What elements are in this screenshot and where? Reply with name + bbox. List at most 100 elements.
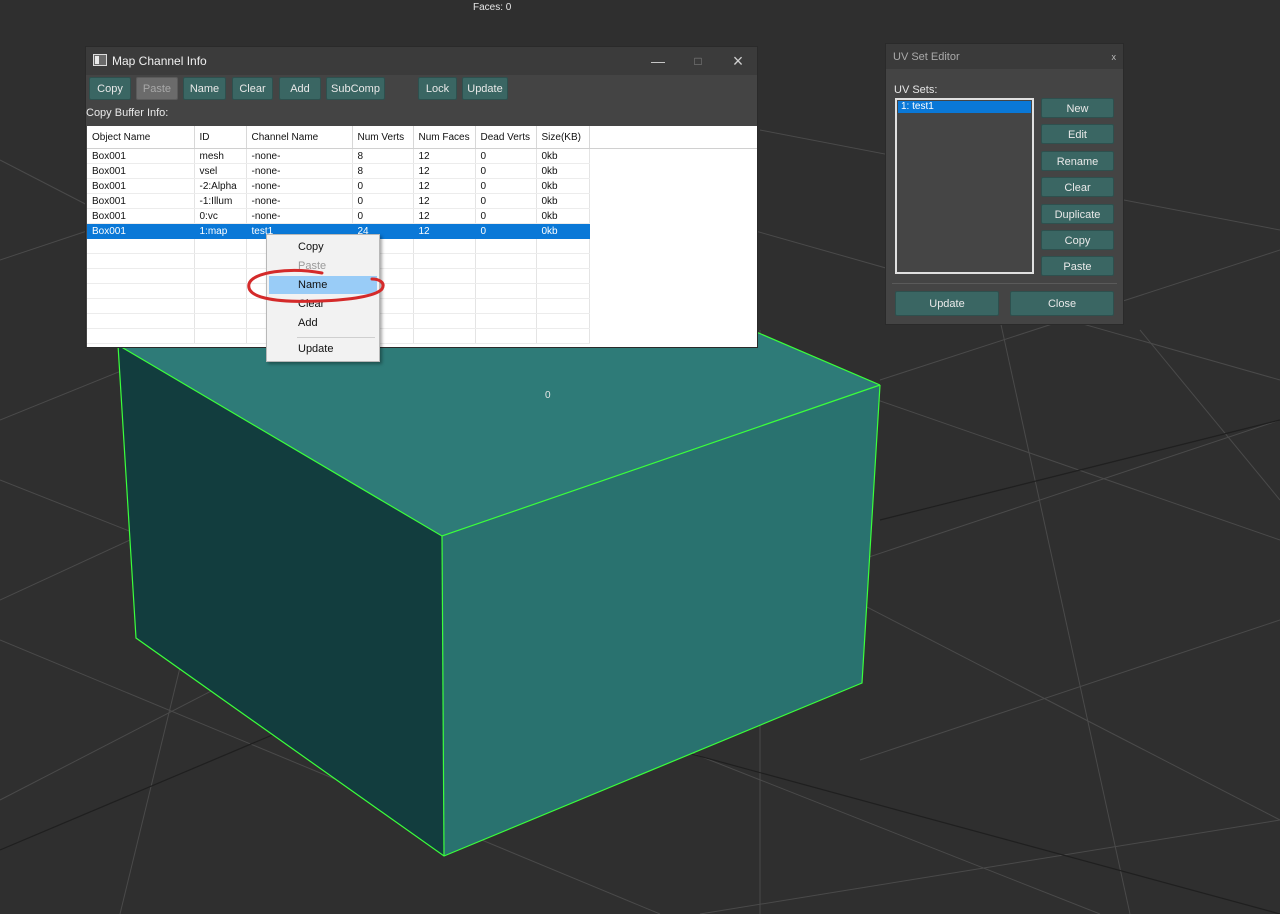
column-header-filler [589,126,757,149]
cell-object-name: Box001 [87,208,195,224]
cell-channel-name: -none- [246,178,353,194]
context-menu-separator [297,337,375,338]
cell-size: 0kb [536,163,590,179]
table-row-empty [87,238,757,254]
cell-num-verts: 0 [352,208,414,224]
cell-num-faces: 12 [413,163,476,179]
cell-dead-verts: 0 [475,163,537,179]
table-row[interactable]: Box001 -2:Alpha -none- 0 12 0 0kb [87,178,757,194]
cell-dead-verts: 0 [475,178,537,194]
column-header[interactable]: Dead Verts [475,126,537,149]
table-row[interactable]: Box001 mesh -none- 8 12 0 0kb [87,148,757,164]
cell-dead-verts: 0 [475,148,537,164]
clear-uv-button[interactable]: Clear [1041,177,1114,197]
cell-size: 0kb [536,148,590,164]
cell-filler [589,149,757,164]
context-menu-add[interactable]: Add [269,314,377,332]
cell-num-faces: 12 [413,148,476,164]
uv-sets-label: UV Sets: [894,84,938,96]
cell-object-name: Box001 [87,148,195,164]
column-header[interactable]: Channel Name [246,126,353,149]
paste-button[interactable]: Paste [136,77,178,100]
uv-divider [892,283,1117,284]
uv-set-editor-window: UV Set Editor x UV Sets: 1: test1 New Ed… [885,43,1124,325]
window-title: Map Channel Info [112,54,207,68]
context-menu-update[interactable]: Update [269,340,377,358]
uv-set-editor-title: UV Set Editor [893,51,960,63]
context-menu-paste[interactable]: Paste [269,257,377,275]
cell-object-name: Box001 [87,223,195,239]
box-mesh[interactable] [117,324,881,857]
name-button[interactable]: Name [183,77,226,100]
table-row-empty [87,268,757,284]
map-channel-info-titlebar[interactable]: Map Channel Info — □ × [86,47,757,75]
subcomp-button[interactable]: SubComp [326,77,385,100]
context-menu-name[interactable]: Name [269,276,377,294]
cell-size: 0kb [536,223,590,239]
new-button[interactable]: New [1041,98,1114,118]
duplicate-button[interactable]: Duplicate [1041,204,1114,224]
cell-dead-verts: 0 [475,208,537,224]
cell-id: -1:Illum [194,193,247,209]
cell-num-verts: 8 [352,163,414,179]
window-app-icon [93,54,107,66]
cell-id: -2:Alpha [194,178,247,194]
cell-dead-verts: 0 [475,193,537,209]
cell-size: 0kb [536,178,590,194]
context-menu-clear[interactable]: Clear [269,295,377,313]
maximize-button[interactable]: □ [683,51,713,71]
lock-button[interactable]: Lock [418,77,457,100]
rename-button[interactable]: Rename [1041,151,1114,171]
minimize-button[interactable]: — [643,51,673,71]
cell-channel-name: -none- [246,148,353,164]
table-row-selected[interactable]: Box001 1:map test1 24 12 0 0kb [87,223,757,239]
cell-channel-name: -none- [246,163,353,179]
uv-sets-list[interactable]: 1: test1 [895,98,1034,274]
map-channel-info-window: Map Channel Info — □ × Copy Paste Name C… [85,46,758,348]
cell-id: 0:vc [194,208,247,224]
cell-filler [589,209,757,224]
table-row[interactable]: Box001 vsel -none- 8 12 0 0kb [87,163,757,179]
cell-num-faces: 12 [413,208,476,224]
update-button[interactable]: Update [462,77,508,100]
close-window-button[interactable]: × [723,51,753,71]
table-row-empty [87,253,757,269]
cell-num-verts: 8 [352,148,414,164]
table-row-empty [87,283,757,299]
cell-num-faces: 12 [413,223,476,239]
cell-dead-verts: 0 [475,223,537,239]
column-header[interactable]: ID [194,126,247,149]
uv-set-editor-titlebar[interactable]: UV Set Editor x [886,44,1123,69]
cell-id: vsel [194,163,247,179]
cell-filler [589,194,757,209]
copy-button[interactable]: Copy [89,77,131,100]
uv-set-item[interactable]: 1: test1 [898,101,1031,113]
table-row[interactable]: Box001 0:vc -none- 0 12 0 0kb [87,208,757,224]
clear-button[interactable]: Clear [232,77,273,100]
channel-table[interactable]: Object Name ID Channel Name Num Verts Nu… [87,126,757,347]
paste-uv-button[interactable]: Paste [1041,256,1114,276]
edit-button[interactable]: Edit [1041,124,1114,144]
add-button[interactable]: Add [279,77,321,100]
uv-close-button[interactable]: Close [1010,291,1114,316]
cell-size: 0kb [536,208,590,224]
column-header[interactable]: Num Verts [352,126,414,149]
cell-filler [589,223,757,239]
column-header[interactable]: Object Name [87,126,195,149]
uv-update-button[interactable]: Update [895,291,999,316]
table-header-row: Object Name ID Channel Name Num Verts Nu… [87,126,757,149]
cell-num-verts: 0 [352,193,414,209]
copy-buffer-info-label: Copy Buffer Info: [86,107,169,119]
table-row-empty [87,328,757,344]
faces-counter: Faces: 0 [473,2,512,13]
table-row[interactable]: Box001 -1:Illum -none- 0 12 0 0kb [87,193,757,209]
cell-object-name: Box001 [87,163,195,179]
column-header[interactable]: Size(KB) [536,126,590,149]
vertex-index-label: 0 [545,390,551,401]
close-icon[interactable]: x [1112,52,1117,62]
context-menu-copy[interactable]: Copy [269,238,377,256]
copy-uv-button[interactable]: Copy [1041,230,1114,250]
cell-id: 1:map [194,223,247,239]
column-header[interactable]: Num Faces [413,126,476,149]
cell-num-faces: 12 [413,193,476,209]
